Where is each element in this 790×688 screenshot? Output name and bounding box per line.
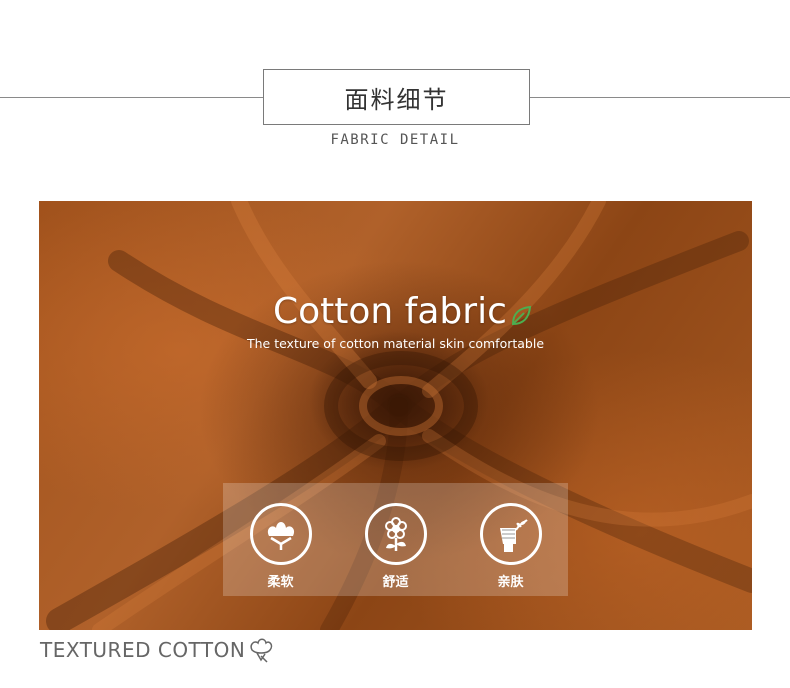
cotton-boll-icon (249, 503, 312, 565)
section-title: 面料细节 (263, 69, 530, 125)
footer-caption: TEXTURED COTTON (40, 638, 246, 662)
leaf-icon (511, 305, 532, 326)
header-divider-left (0, 97, 263, 98)
banner-headline: Cotton fabric (273, 291, 507, 332)
feature-comfortable-label: 舒适 (382, 575, 409, 590)
feature-soft: 柔软 (231, 483, 331, 590)
feature-comfortable: 舒适 (346, 483, 446, 590)
cotton-icon (250, 638, 273, 663)
feature-panel: 柔软 舒适 亲肤 (223, 483, 568, 596)
section-subtitle: FABRIC DETAIL (330, 132, 460, 148)
fabric-photo: Cotton fabric The texture of cotton mate… (39, 201, 752, 630)
header-divider-right (530, 97, 790, 98)
flower-icon (364, 503, 427, 565)
feature-skin-friendly-label: 亲肤 (497, 575, 524, 590)
feature-soft-label: 柔软 (267, 575, 294, 590)
feature-skin-friendly: 亲肤 (461, 483, 561, 590)
banner-tagline: The texture of cotton material skin comf… (246, 336, 545, 351)
hand-holding-leaves-icon (479, 503, 542, 565)
